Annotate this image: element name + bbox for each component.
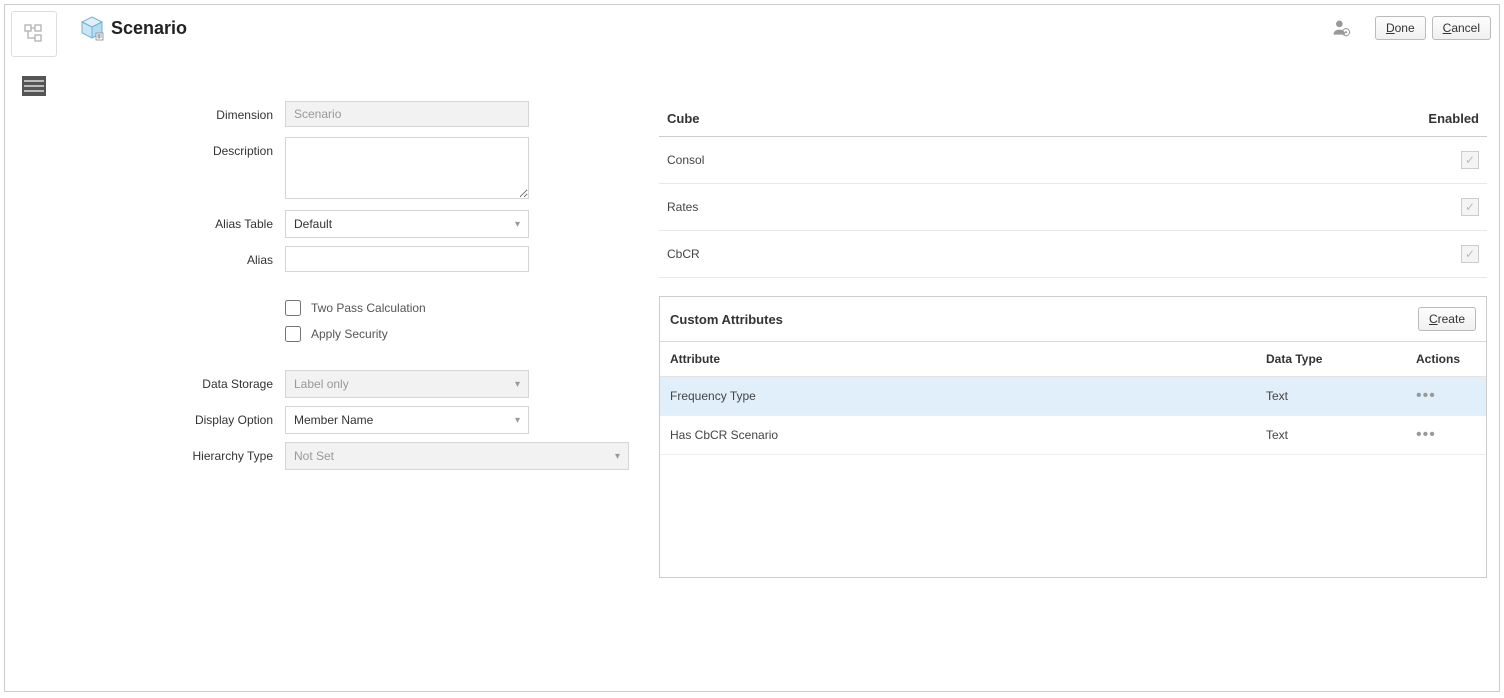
row-actions-icon[interactable]: ••• (1416, 387, 1436, 404)
page-title: Scenario (111, 18, 187, 39)
alias-table-select[interactable]: Default ▾ (285, 210, 529, 238)
attribute-name: Has CbCR Scenario (660, 416, 1256, 455)
done-button[interactable]: Done (1375, 16, 1426, 40)
chevron-down-icon: ▾ (615, 451, 620, 462)
actions-header: Actions (1406, 342, 1486, 377)
attribute-row[interactable]: Has CbCR Scenario Text ••• (660, 416, 1486, 455)
alias-field[interactable] (285, 246, 529, 272)
description-field[interactable] (285, 137, 529, 199)
enabled-checkbox-readonly: ✓ (1461, 198, 1479, 216)
chevron-down-icon: ▾ (515, 219, 520, 230)
page-header: Scenario Done Cancel (5, 5, 1499, 51)
tree-view-tab[interactable] (11, 11, 57, 57)
hierarchy-type-select: Not Set ▾ (285, 442, 629, 470)
cube-name: CbCR (659, 231, 1027, 278)
apply-security-checkbox[interactable] (285, 326, 301, 342)
two-pass-label: Two Pass Calculation (311, 301, 426, 315)
grid-icon (21, 75, 47, 97)
chevron-down-icon: ▾ (515, 415, 520, 426)
row-actions-icon[interactable]: ••• (1416, 426, 1436, 443)
grid-view-tab[interactable] (11, 63, 57, 109)
custom-attributes-title: Custom Attributes (670, 312, 783, 327)
cubes-table: Cube Enabled Consol ✓ Rates ✓ CbCR (659, 101, 1487, 278)
attribute-row[interactable]: Frequency Type Text ••• (660, 377, 1486, 416)
data-type-header: Data Type (1256, 342, 1406, 377)
alias-label: Alias (75, 246, 285, 274)
user-settings-icon[interactable] (1331, 18, 1351, 38)
description-label: Description (75, 137, 285, 165)
custom-attributes-table: Attribute Data Type Actions Frequency Ty… (660, 342, 1486, 455)
cube-row: Rates ✓ (659, 184, 1487, 231)
display-option-select[interactable]: Member Name ▾ (285, 406, 529, 434)
custom-attributes-panel: Custom Attributes Create Attribute Data … (659, 296, 1487, 578)
alias-table-label: Alias Table (75, 210, 285, 238)
cube-row: Consol ✓ (659, 137, 1487, 184)
cube-header: Cube (659, 101, 1027, 137)
enabled-header: Enabled (1027, 101, 1487, 137)
cube-icon (79, 15, 105, 41)
chevron-down-icon: ▾ (515, 379, 520, 390)
hierarchy-icon (22, 22, 46, 46)
attribute-type: Text (1256, 377, 1406, 416)
create-attribute-button[interactable]: Create (1418, 307, 1476, 331)
two-pass-checkbox[interactable] (285, 300, 301, 316)
attribute-type: Text (1256, 416, 1406, 455)
attribute-header: Attribute (660, 342, 1256, 377)
display-option-label: Display Option (75, 406, 285, 434)
attribute-name: Frequency Type (660, 377, 1256, 416)
cube-name: Consol (659, 137, 1027, 184)
dimension-label: Dimension (75, 101, 285, 129)
left-rail (11, 11, 63, 109)
cube-row: CbCR ✓ (659, 231, 1487, 278)
hierarchy-type-label: Hierarchy Type (75, 442, 285, 470)
dimension-field: Scenario (285, 101, 529, 127)
data-storage-label: Data Storage (75, 370, 285, 398)
main-content: Dimension Scenario Description Alias Tab… (5, 51, 1499, 578)
cancel-button[interactable]: Cancel (1432, 16, 1491, 40)
enabled-checkbox-readonly: ✓ (1461, 245, 1479, 263)
enabled-checkbox-readonly: ✓ (1461, 151, 1479, 169)
apply-security-label: Apply Security (311, 327, 388, 341)
cube-name: Rates (659, 184, 1027, 231)
dimension-form: Dimension Scenario Description Alias Tab… (75, 101, 635, 578)
data-storage-select: Label only ▾ (285, 370, 529, 398)
